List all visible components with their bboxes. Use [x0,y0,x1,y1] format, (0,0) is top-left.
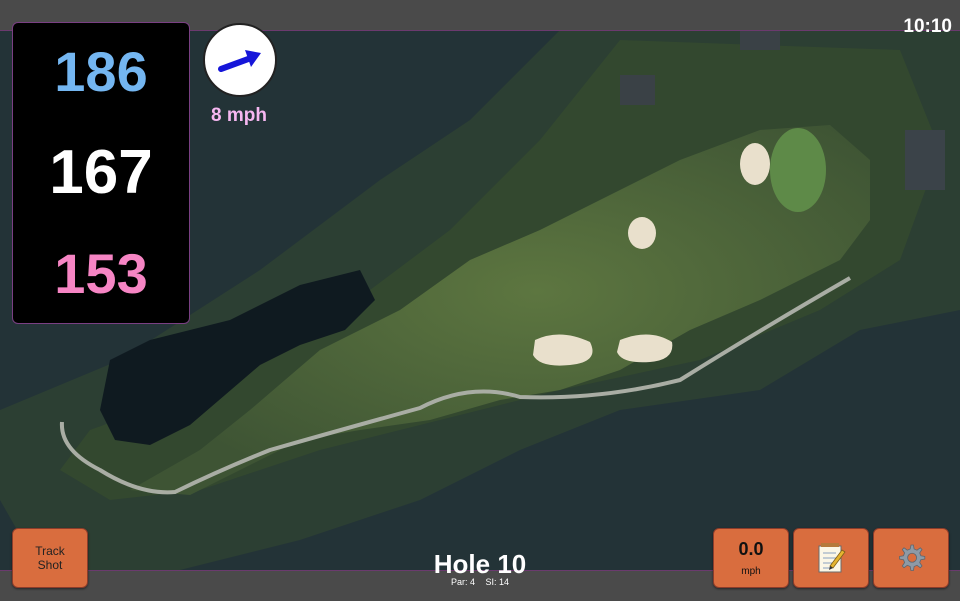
speed-button[interactable]: 0.0 mph [713,528,789,588]
front-distance: 153 [54,242,148,305]
distance-panel: 186 167 153 [12,22,190,324]
track-shot-label-line2: Shot [37,558,63,572]
hole-stroke-index: SI: 14 [485,577,510,587]
clock: 10:10 [903,16,952,37]
track-shot-label-line1: Track [35,544,65,558]
middle-distance: 167 [49,138,153,207]
gear-icon [899,544,926,571]
wind-direction-arrow-icon [218,50,261,72]
hole-title: Hole 10 [433,549,527,579]
settings-button[interactable] [873,528,949,588]
speed-unit: mph [741,566,761,577]
notepad-icon [818,543,846,573]
wind-indicator [203,23,277,97]
track-shot-button[interactable]: Track Shot [12,528,88,588]
wind-speed: 8 mph [211,105,267,126]
scorecard-notes-button[interactable] [793,528,869,588]
hole-info: Par: 4 SI: 14 [380,577,580,587]
back-distance: 186 [54,40,148,103]
speed-value: 0.0 [738,539,764,559]
hole-par: Par: 4 [450,577,475,587]
